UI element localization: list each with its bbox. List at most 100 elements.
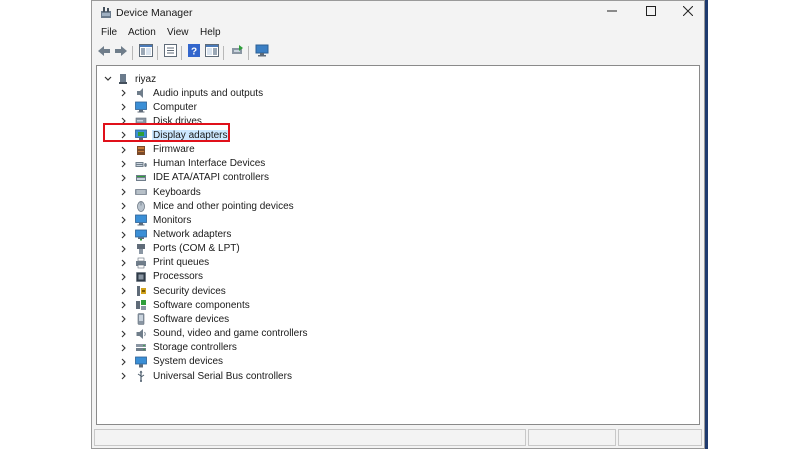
- action-pane-icon: [205, 44, 219, 60]
- minimize-icon: [607, 6, 617, 19]
- chevron-right-icon[interactable]: [119, 369, 129, 383]
- tree-node-print-queues[interactable]: Print queues: [119, 256, 210, 270]
- monitor-icon: [135, 101, 147, 113]
- tree-node-network-adapters[interactable]: Network adapters: [119, 228, 232, 242]
- action-pane-button[interactable]: [204, 44, 220, 60]
- tree-node-software-devices[interactable]: Software devices: [119, 312, 230, 326]
- toolbar-separator: [223, 46, 224, 60]
- status-segment-main: [94, 429, 526, 446]
- update-driver-button[interactable]: [229, 44, 245, 60]
- chevron-right-icon[interactable]: [119, 298, 129, 312]
- tree-node-security-devices[interactable]: Security devices: [119, 284, 227, 298]
- chevron-right-icon[interactable]: [119, 86, 129, 100]
- show-hide-console-tree-button[interactable]: [138, 44, 154, 60]
- tree-node-label: Monitors: [153, 214, 192, 226]
- chevron-right-icon[interactable]: [119, 312, 129, 326]
- close-button[interactable]: [670, 1, 706, 23]
- hid-icon: [135, 158, 147, 170]
- tree-node-monitors[interactable]: Monitors: [119, 213, 192, 227]
- chevron-right-icon[interactable]: [119, 327, 129, 341]
- chevron-right-icon[interactable]: [119, 157, 129, 171]
- chevron-right-icon[interactable]: [119, 270, 129, 284]
- device-tree[interactable]: riyaz Audio inputs and outputs Computer Di…: [96, 65, 700, 425]
- tree-node-label: Processors: [153, 271, 204, 283]
- forward-button[interactable]: [113, 44, 129, 60]
- tree-node-computer[interactable]: Computer: [119, 100, 198, 114]
- tree-node-software-components[interactable]: Software components: [119, 298, 251, 312]
- tree-node-label: Software devices: [153, 313, 230, 325]
- status-segment-3: [618, 429, 702, 446]
- tree-node-label: Computer: [153, 101, 197, 113]
- tree-node-label: System devices: [153, 356, 224, 368]
- tree-node-label: Universal Serial Bus controllers: [153, 370, 292, 382]
- tree-node-audio-inputs-and-outputs[interactable]: Audio inputs and outputs: [119, 86, 264, 100]
- tree-node-universal-serial-bus-controllers[interactable]: Universal Serial Bus controllers: [119, 369, 293, 383]
- back-button[interactable]: [96, 44, 112, 60]
- status-bar: [92, 427, 704, 449]
- menu-file[interactable]: File: [101, 27, 117, 38]
- properties-icon: [163, 44, 177, 60]
- tree-node-ide-ata-atapi-controllers[interactable]: IDE ATA/ATAPI controllers: [119, 171, 270, 185]
- maximize-icon: [646, 5, 656, 19]
- chevron-right-icon[interactable]: [119, 355, 129, 369]
- tree-node-label: Mice and other pointing devices: [153, 200, 294, 212]
- chevron-right-icon[interactable]: [119, 100, 129, 114]
- mouse-icon: [135, 200, 147, 213]
- tree-node-keyboards[interactable]: Keyboards: [119, 185, 202, 199]
- tree-node-label: Sound, video and game controllers: [153, 328, 308, 340]
- tree-node-ports-com-lpt[interactable]: Ports (COM & LPT): [119, 242, 241, 256]
- menu-bar: File Action View Help: [92, 25, 704, 41]
- maximize-button[interactable]: [633, 1, 669, 23]
- toolbar-separator: [157, 46, 158, 60]
- menu-action[interactable]: Action: [128, 27, 156, 38]
- chevron-right-icon[interactable]: [119, 228, 129, 242]
- chevron-right-icon[interactable]: [119, 213, 129, 227]
- chevron-right-icon[interactable]: [119, 341, 129, 355]
- computer-tree-icon: [117, 73, 129, 85]
- menu-view[interactable]: View: [167, 27, 189, 38]
- chevron-right-icon[interactable]: [119, 284, 129, 298]
- scan-hardware-icon: [255, 44, 269, 60]
- toolbar-separator: [181, 46, 182, 60]
- tree-node-system-devices[interactable]: System devices: [119, 355, 224, 369]
- network-adapter-icon: [135, 229, 147, 241]
- chevron-right-icon[interactable]: [119, 256, 129, 270]
- chevron-right-icon[interactable]: [119, 143, 129, 157]
- chevron-right-icon[interactable]: [119, 185, 129, 199]
- tree-node-processors[interactable]: Processors: [119, 270, 204, 284]
- chevron-right-icon[interactable]: [119, 242, 129, 256]
- close-icon: [682, 5, 694, 19]
- chevron-down-icon[interactable]: [103, 72, 113, 86]
- keyboard-icon: [135, 186, 147, 198]
- help-button[interactable]: ?: [186, 44, 202, 60]
- chevron-right-icon[interactable]: [119, 199, 129, 213]
- tree-node-label: Ports (COM & LPT): [153, 243, 240, 255]
- chevron-right-icon[interactable]: [119, 171, 129, 185]
- tree-node-label: Print queues: [153, 257, 210, 269]
- tree-node-storage-controllers[interactable]: Storage controllers: [119, 341, 238, 355]
- tree-node-label: Network adapters: [153, 229, 232, 240]
- tree-node-human-interface-devices[interactable]: Human Interface Devices: [119, 157, 266, 171]
- tree-node-mice-and-other-pointing-devices[interactable]: Mice and other pointing devices: [119, 199, 295, 213]
- menu-help[interactable]: Help: [200, 27, 221, 38]
- tree-node-sound-video-and-game-controllers[interactable]: Sound, video and game controllers: [119, 327, 309, 341]
- status-segment-2: [528, 429, 616, 446]
- usb-icon: [135, 370, 147, 382]
- update-driver-icon: [230, 44, 244, 60]
- tree-node-label: Software components: [153, 299, 250, 311]
- tree-node-firmware[interactable]: Firmware: [119, 143, 196, 157]
- processor-icon: [135, 271, 147, 283]
- toolbar: ?: [92, 42, 704, 64]
- security-device-icon: [135, 285, 147, 297]
- show-hide-console-tree-icon: [139, 44, 153, 60]
- properties-button[interactable]: [162, 44, 178, 60]
- minimize-button[interactable]: [594, 1, 630, 23]
- tree-root-node[interactable]: riyaz: [103, 72, 157, 86]
- scan-hardware-button[interactable]: [254, 44, 270, 60]
- storage-controller-icon: [135, 342, 147, 354]
- firmware-icon: [135, 144, 147, 156]
- toolbar-separator: [132, 46, 133, 60]
- ide-controller-icon: [135, 172, 147, 184]
- title-bar[interactable]: Device Manager: [92, 1, 704, 25]
- printer-icon: [135, 257, 147, 269]
